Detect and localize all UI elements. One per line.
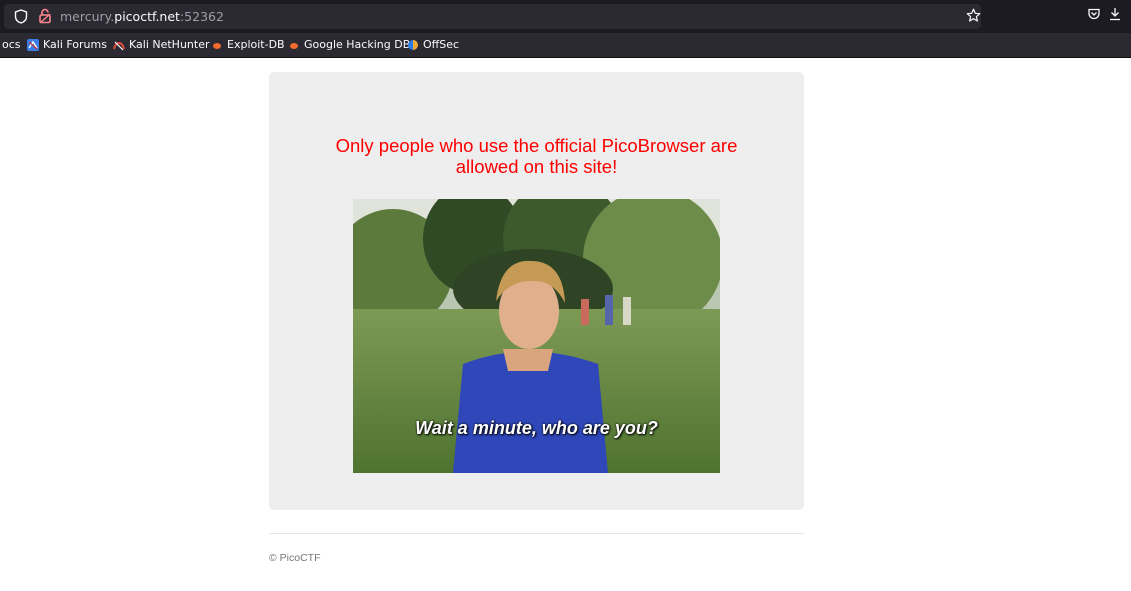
offsec-icon <box>407 39 419 51</box>
meme-gif: Wait a minute, who are you? <box>353 199 720 473</box>
browser-toolbar: mercury.picoctf.net:52362 <box>0 0 1131 33</box>
bookmark-label: Google Hacking DB <box>304 38 411 51</box>
footer-divider <box>269 533 804 534</box>
content-panel: Only people who use the official PicoBro… <box>269 72 804 510</box>
insecure-lock-icon[interactable] <box>38 8 52 29</box>
bookmark-kali-forums[interactable]: Kali Forums <box>27 38 107 51</box>
bookmark-google-hacking-db[interactable]: Google Hacking DB <box>288 38 410 51</box>
bookmark-star-icon[interactable] <box>966 8 981 28</box>
warning-line-2: allowed on this site! <box>455 156 618 177</box>
url-text[interactable]: mercury.picoctf.net:52362 <box>60 9 224 24</box>
bookmark-exploit-db[interactable]: Exploit-DB <box>211 38 285 51</box>
gif-caption: Wait a minute, who are you? <box>415 418 658 438</box>
pocket-icon[interactable] <box>1087 7 1101 26</box>
bookmark-label: Kali Forums <box>43 38 107 51</box>
access-warning: Only people who use the official PicoBro… <box>269 135 804 177</box>
address-bar[interactable]: mercury.picoctf.net:52362 <box>4 4 981 29</box>
bookmarks-toolbar: ocs Kali Forums Kali NetHunter Exploit-D… <box>0 33 1131 58</box>
bookmark-label: Exploit-DB <box>227 38 285 51</box>
bookmark-offsec[interactable]: OffSec <box>407 38 459 51</box>
bookmark-kali-nethunter[interactable]: Kali NetHunter <box>113 38 210 51</box>
bookmark-label: OffSec <box>423 38 460 51</box>
footer-copyright: © PicoCTF <box>269 552 321 564</box>
tracking-protection-shield-icon[interactable] <box>14 9 28 29</box>
bookmark-label: Kali NetHunter <box>129 38 210 51</box>
url-subdomain: mercury. <box>60 9 115 24</box>
url-port: :52362 <box>179 9 224 24</box>
url-host: picoctf.net <box>114 9 180 24</box>
downloads-icon[interactable] <box>1108 7 1122 26</box>
warning-line-1: Only people who use the official PicoBro… <box>335 135 738 156</box>
exploit-db-icon <box>211 39 223 51</box>
kali-nethunter-icon <box>113 39 125 51</box>
google-hacking-db-icon <box>288 39 300 51</box>
bookmark-docs[interactable]: ocs <box>2 38 21 51</box>
kali-forums-icon <box>27 38 39 51</box>
bookmark-label: ocs <box>2 38 21 51</box>
